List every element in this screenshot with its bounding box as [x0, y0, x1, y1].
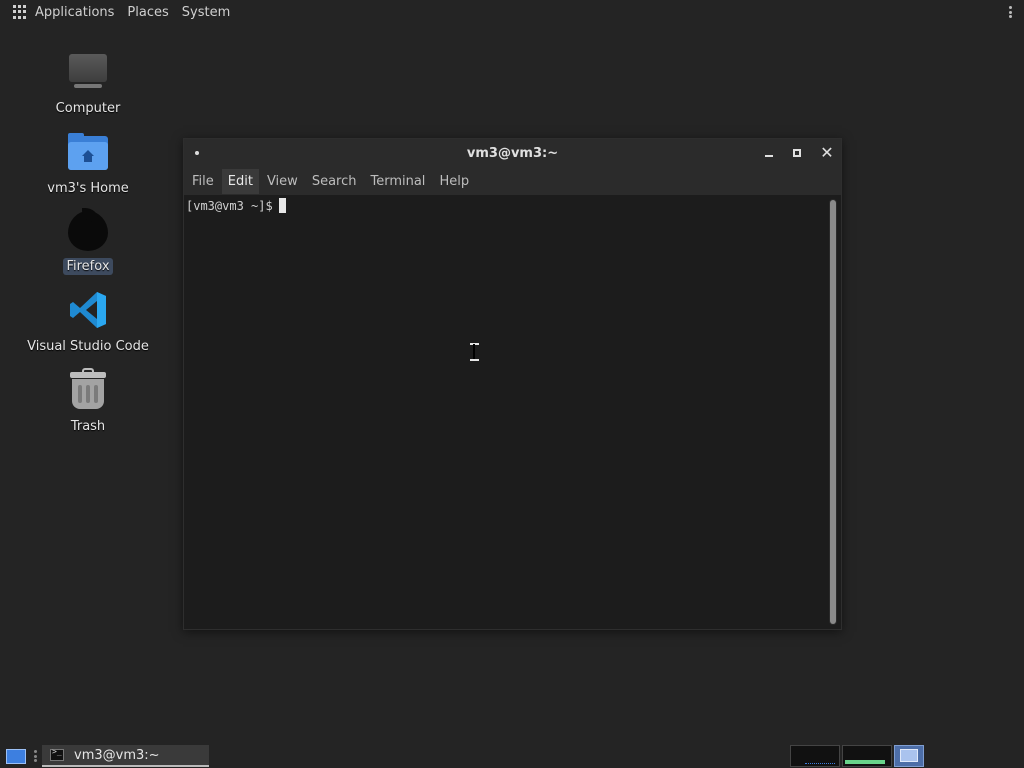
- taskbar-window-label: vm3@vm3:~: [74, 747, 160, 763]
- workspace-3[interactable]: [894, 745, 924, 767]
- minimize-icon[interactable]: [761, 145, 777, 161]
- computer-icon: [66, 50, 110, 94]
- terminal-icon: [50, 747, 64, 761]
- terminal-output[interactable]: [vm3@vm3 ~]$: [184, 195, 841, 629]
- menu-edit[interactable]: Edit: [221, 168, 259, 194]
- maximize-icon[interactable]: [789, 145, 805, 161]
- menu-file[interactable]: File: [186, 169, 220, 194]
- prompt-text: [vm3@vm3 ~]$: [186, 198, 273, 213]
- shell-prompt: [vm3@vm3 ~]$: [186, 198, 286, 213]
- close-icon[interactable]: ✕: [819, 145, 835, 161]
- system-menu[interactable]: System: [182, 5, 230, 20]
- desktop-icon-home[interactable]: vm3's Home: [13, 130, 163, 197]
- desktop-icon-label: Firefox: [63, 258, 113, 275]
- applications-menu[interactable]: Applications: [35, 5, 114, 20]
- taskbar-window-button[interactable]: vm3@vm3:~: [42, 745, 209, 767]
- firefox-icon: [66, 208, 110, 252]
- show-desktop-icon[interactable]: [6, 749, 26, 764]
- vscode-icon: [66, 288, 110, 332]
- places-menu[interactable]: Places: [127, 5, 168, 20]
- desktop-icon-vscode[interactable]: Visual Studio Code: [13, 288, 163, 355]
- terminal-menubar: File Edit View Search Terminal Help: [184, 167, 841, 195]
- window-title: vm3@vm3:~: [466, 145, 559, 161]
- scrollbar[interactable]: [829, 199, 837, 625]
- menu-view[interactable]: View: [261, 169, 304, 194]
- scrollbar-thumb[interactable]: [830, 200, 836, 624]
- menu-help[interactable]: Help: [433, 169, 475, 194]
- ibeam-cursor-icon: [470, 342, 479, 362]
- window-menu-icon[interactable]: [195, 151, 199, 155]
- home-folder-icon: [66, 130, 110, 174]
- window-titlebar[interactable]: vm3@vm3:~ ✕: [184, 139, 841, 167]
- trash-icon: [66, 368, 110, 412]
- desktop-icon-trash[interactable]: Trash: [13, 368, 163, 435]
- bottom-panel: vm3@vm3:~: [0, 744, 1024, 768]
- workspace-2[interactable]: [842, 745, 892, 767]
- workspace-1[interactable]: [790, 745, 840, 767]
- text-cursor: [278, 198, 286, 213]
- terminal-window[interactable]: vm3@vm3:~ ✕ File Edit View Search Termin…: [183, 138, 842, 630]
- desktop-icon-label: Trash: [70, 419, 106, 434]
- desktop-icon-label: vm3's Home: [47, 181, 129, 196]
- top-panel: Applications Places System: [0, 0, 1024, 24]
- desktop-icon-computer[interactable]: Computer: [13, 50, 163, 117]
- apps-grid-icon[interactable]: [13, 5, 27, 19]
- menu-search[interactable]: Search: [306, 169, 363, 194]
- desktop-icon-label: Computer: [55, 101, 121, 116]
- panel-handle-icon[interactable]: [1009, 6, 1012, 18]
- menu-terminal[interactable]: Terminal: [364, 169, 431, 194]
- desktop-icon-label: Visual Studio Code: [27, 339, 149, 354]
- panel-handle-icon[interactable]: [34, 750, 37, 762]
- desktop-icon-firefox[interactable]: Firefox: [13, 208, 163, 275]
